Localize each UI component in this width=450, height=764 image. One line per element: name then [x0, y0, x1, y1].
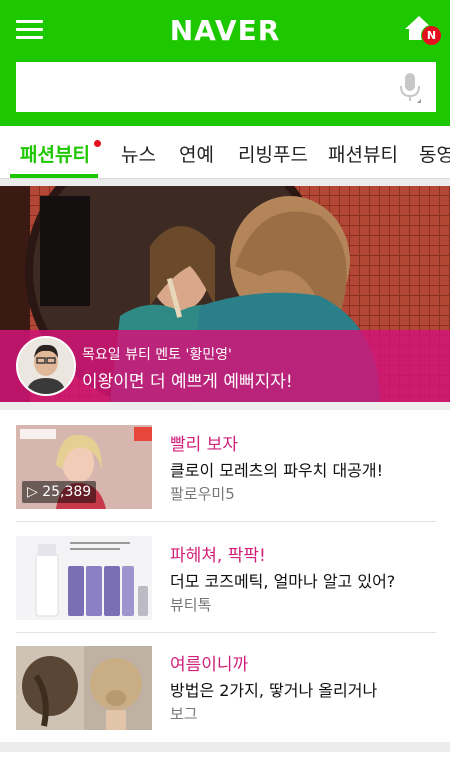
tab-video[interactable]: 동영 [419, 140, 450, 167]
next-section [0, 752, 450, 764]
tab-news[interactable]: 뉴스 [121, 140, 156, 167]
item-title: 클로이 모레츠의 파우치 대공개! [170, 461, 384, 480]
item-category: 파헤쳐, 팍팍! [170, 546, 266, 566]
tab-fashion-beauty-2[interactable]: 패션뷰티 [328, 140, 398, 167]
item-title: 더모 코즈메틱, 얼마나 알고 있어? [170, 572, 396, 591]
search-input[interactable] [16, 62, 436, 112]
list-item[interactable]: ▷ 25,389 빨리 보자 클로이 모레츠의 파우치 대공개! 팔로우미5 [0, 410, 450, 520]
hero-kicker: 목요일 뷰티 멘토 '황민영' [82, 347, 232, 363]
item-category: 여름이니까 [170, 655, 249, 675]
tab-entertainment[interactable]: 연예 [179, 140, 214, 167]
active-tab-indicator [10, 174, 98, 178]
tab-living-food[interactable]: 리빙푸드 [238, 140, 308, 167]
item-source: 보그 [170, 705, 198, 723]
list-item[interactable]: 파헤쳐, 팍팍! 더모 코즈메틱, 얼마나 알고 있어? 뷰티톡 [0, 521, 450, 631]
naver-logo[interactable]: NAVER [0, 14, 450, 47]
item-source: 팔로우미5 [170, 485, 235, 503]
hero-caption: 목요일 뷰티 멘토 '황민영' 이왕이면 더 예쁘게 예뻐지자! [0, 330, 450, 402]
thumbnail: ▷ 25,389 [16, 425, 152, 509]
item-category: 빨리 보자 [170, 435, 238, 455]
thumbnail [16, 536, 152, 620]
category-tabs: 패션뷰티 뉴스 연예 리빙푸드 패션뷰티 동영 [0, 126, 450, 179]
view-count-value: 25,389 [42, 484, 92, 500]
list-item[interactable]: 여름이니까 방법은 2가지, 땋거나 올리거나 보그 [0, 632, 450, 742]
header-bar: NAVER N [0, 0, 450, 126]
hero-banner[interactable]: 목요일 뷰티 멘토 '황민영' 이왕이면 더 예쁘게 예뻐지자! [0, 186, 450, 402]
hero-title: 이왕이면 더 예쁘게 예뻐지자! [82, 372, 293, 392]
article-list: ▷ 25,389 빨리 보자 클로이 모레츠의 파우치 대공개! 팔로우미5 파… [0, 410, 450, 742]
thumbnail [16, 646, 152, 730]
notification-badge: N [421, 25, 442, 46]
view-count: ▷ 25,389 [22, 481, 97, 503]
new-dot-indicator [94, 140, 101, 147]
tab-fashion-beauty[interactable]: 패션뷰티 [20, 140, 90, 167]
mic-icon[interactable] [398, 72, 422, 104]
home-icon[interactable]: N [404, 14, 444, 46]
avatar [16, 336, 76, 396]
item-title: 방법은 2가지, 땋거나 올리거나 [170, 681, 378, 700]
item-source: 뷰티톡 [170, 596, 212, 614]
